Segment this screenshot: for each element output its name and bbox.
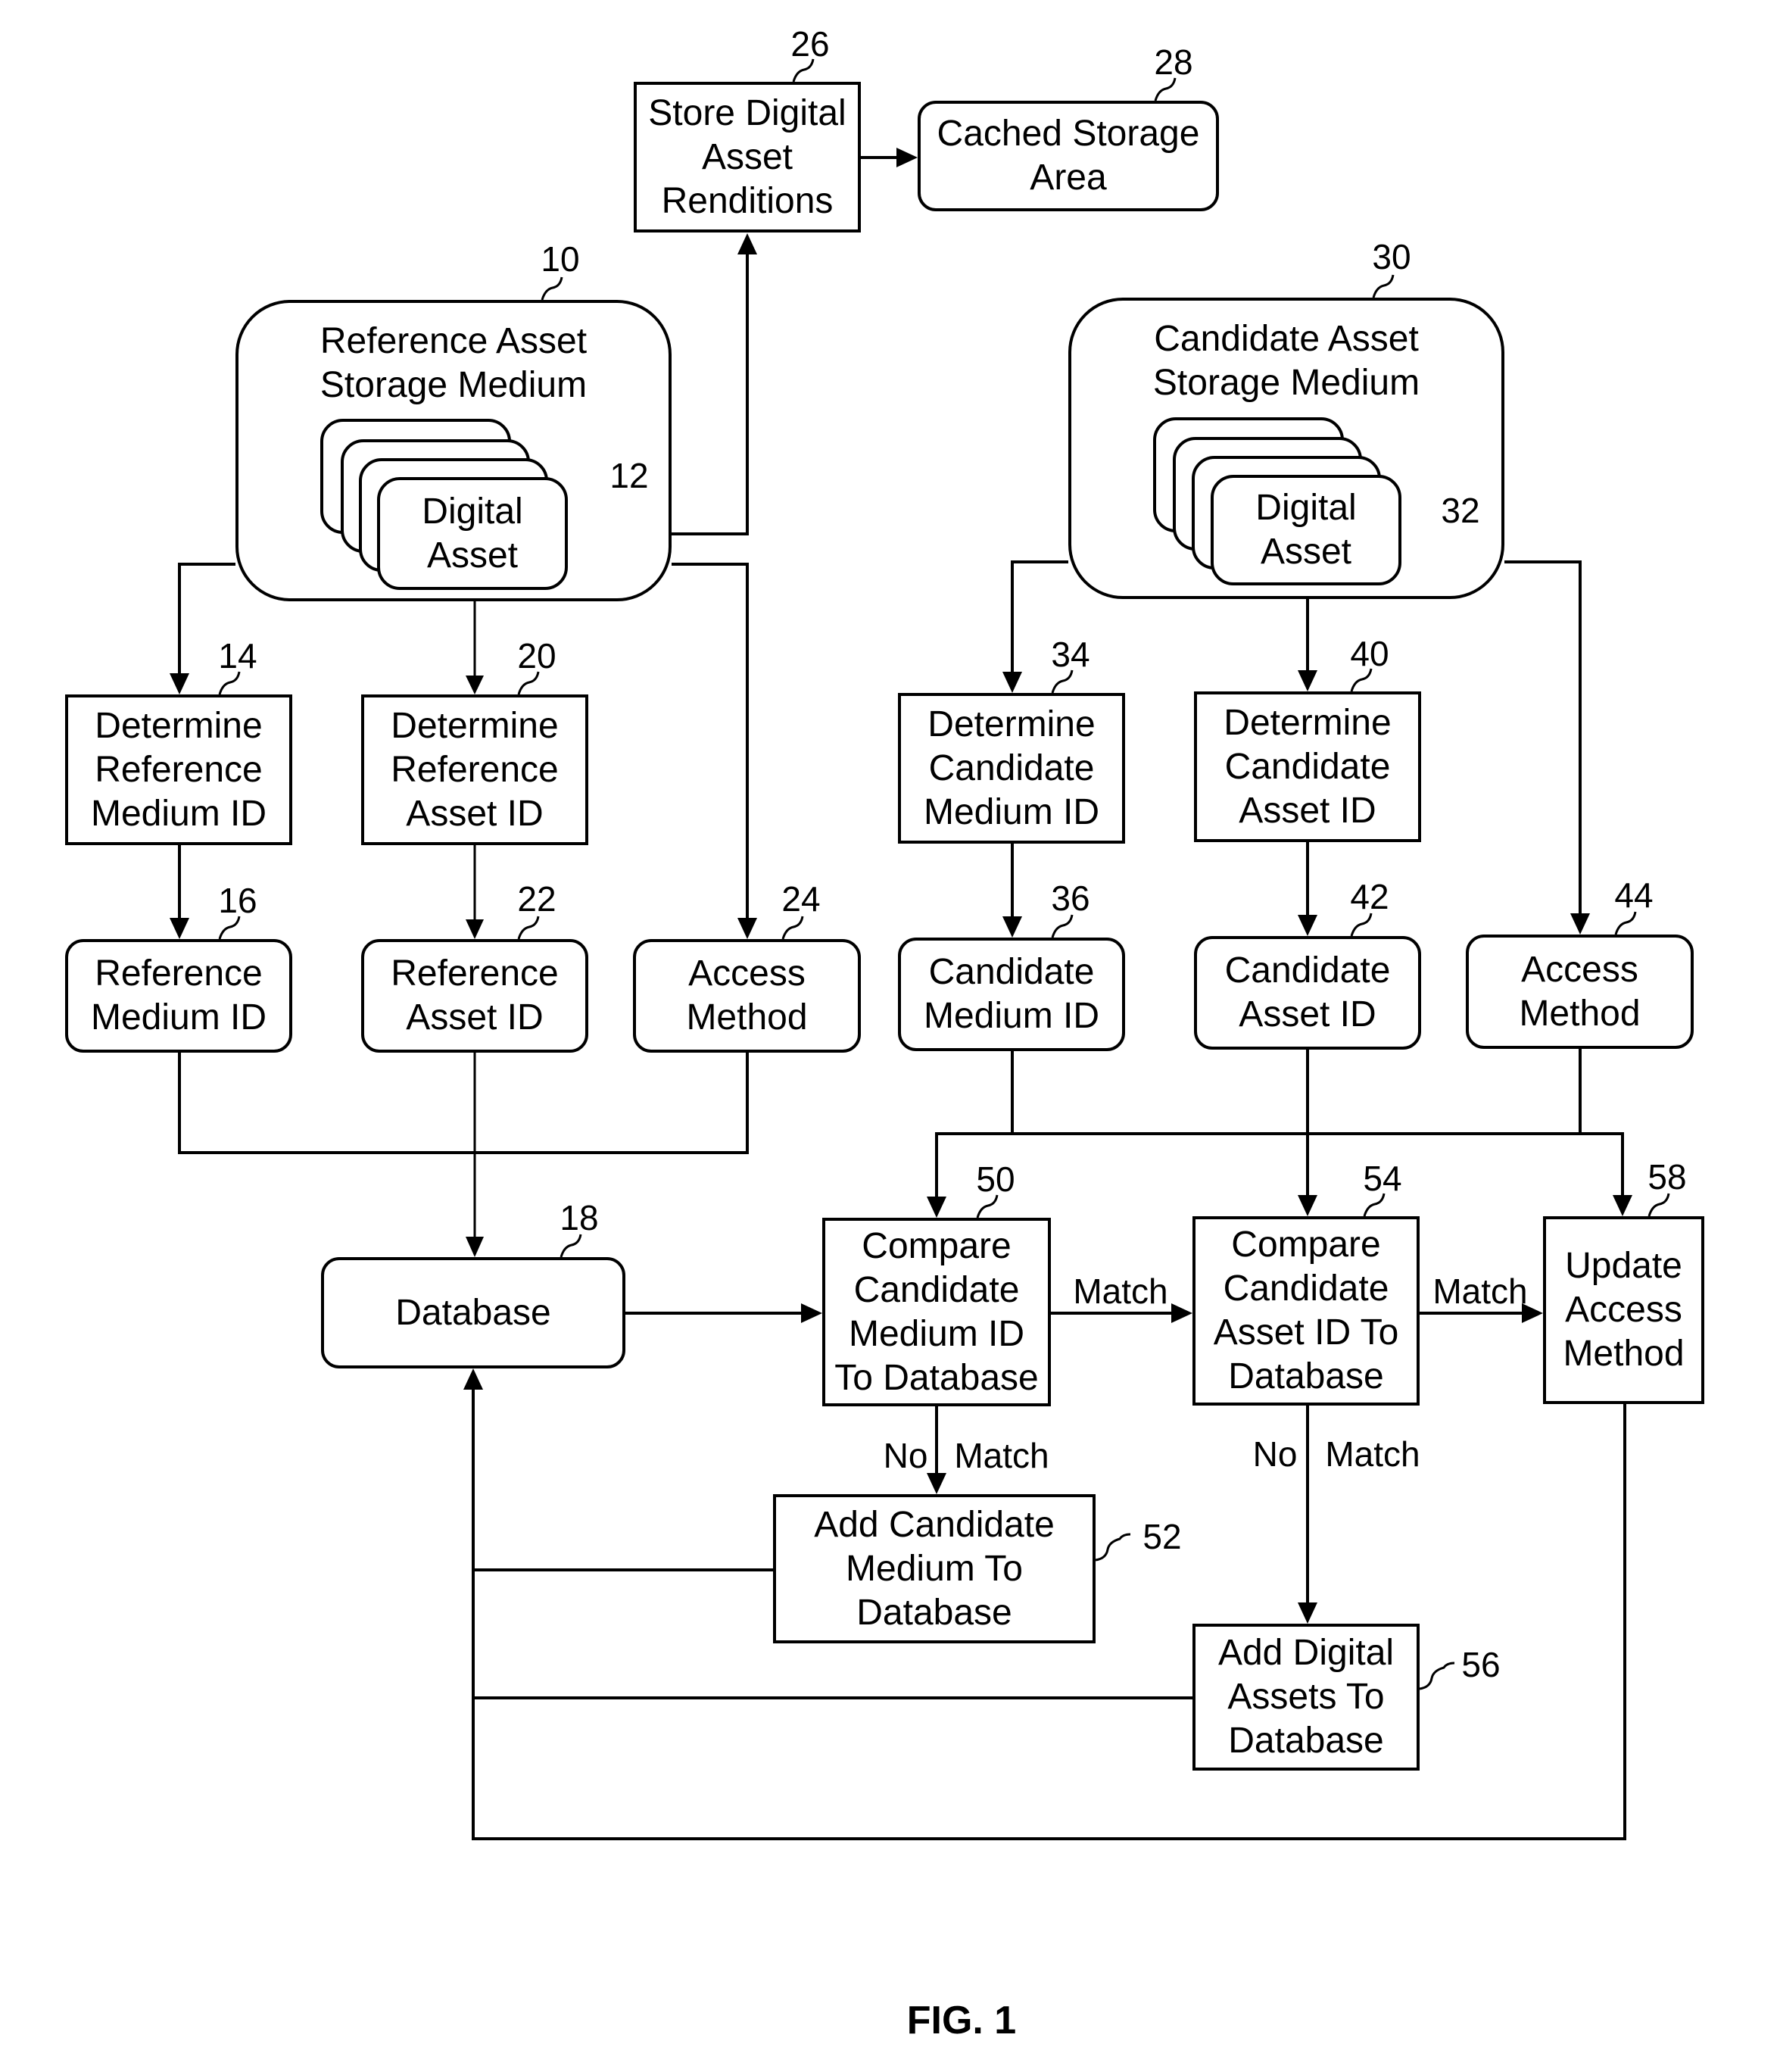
ref-26: 26 <box>790 24 830 64</box>
box-compare-medium-id: Compare Candidate Medium ID To Database <box>822 1218 1051 1406</box>
ref-54: 54 <box>1363 1159 1402 1198</box>
box-update-access-method: Update Access Method <box>1543 1216 1704 1404</box>
box-compare-asset-id: Compare Candidate Asset ID To Database <box>1192 1216 1420 1406</box>
ref-digital-asset: Digital Asset <box>377 477 568 590</box>
arrow-14-16 <box>170 918 189 939</box>
label-match-54-down: Match <box>1325 1434 1420 1474</box>
ref-28: 28 <box>1154 42 1193 82</box>
arrow-bus-50 <box>927 1197 946 1218</box>
figure-label: FIG. 1 <box>906 1999 1017 2042</box>
box-determine-ref-medium-id: Determine Reference Medium ID <box>65 694 292 845</box>
edge-16-24-join <box>178 1053 749 1154</box>
leader-30 <box>1372 274 1395 298</box>
ref-40: 40 <box>1350 634 1389 673</box>
ref-30: 30 <box>1372 237 1411 276</box>
arrow-42-54 <box>1298 1195 1317 1216</box>
box-cand-medium-id: Candidate Medium ID <box>898 938 1125 1051</box>
box-add-digital-assets: Add Digital Assets To Database <box>1192 1624 1420 1771</box>
leader-56 <box>1419 1662 1455 1690</box>
leader-24 <box>781 916 804 940</box>
label-no-54: No <box>1252 1434 1298 1474</box>
ref-44: 44 <box>1614 875 1654 915</box>
ref-50: 50 <box>976 1159 1015 1199</box>
box-determine-cand-asset-id: Determine Candidate Asset ID <box>1194 691 1421 842</box>
box-determine-cand-medium-id: Determine Candidate Medium ID <box>898 693 1125 844</box>
arrow-12-26 <box>737 233 757 254</box>
leader-52 <box>1095 1533 1131 1562</box>
ref-58: 58 <box>1648 1157 1687 1197</box>
edge-10-24 <box>672 563 749 920</box>
label-match-54-58: Match <box>1432 1272 1528 1311</box>
box-determine-ref-asset-id: Determine Reference Asset ID <box>361 694 588 845</box>
leader-18 <box>560 1234 582 1258</box>
box-add-candidate-medium: Add Candidate Medium To Database <box>773 1494 1096 1643</box>
box-store-renditions: Store Digital Asset Renditions <box>634 82 861 232</box>
leader-58 <box>1648 1193 1670 1217</box>
ref-10: 10 <box>541 239 580 279</box>
ref-16: 16 <box>218 881 257 920</box>
ref-12: 12 <box>609 456 649 495</box>
leader-10 <box>541 276 563 301</box>
ref-18: 18 <box>560 1198 599 1237</box>
arrow-34-36 <box>1002 916 1022 938</box>
label-match-50-54: Match <box>1073 1272 1168 1311</box>
arrow-10-24 <box>737 918 757 939</box>
ref-56: 56 <box>1461 1645 1501 1684</box>
arrow-32-40 <box>1298 670 1317 691</box>
edge-30-44 <box>1504 560 1582 916</box>
ref-22: 22 <box>517 879 556 919</box>
arrow-into-18 <box>463 1368 483 1390</box>
arrow-10-14 <box>170 673 189 694</box>
arrow-22-18 <box>466 1237 484 1257</box>
ref-14: 14 <box>218 636 257 676</box>
bus-line <box>935 1132 1624 1199</box>
ref-42: 42 <box>1350 877 1389 916</box>
arrow-20-22 <box>466 919 484 939</box>
ref-36: 36 <box>1051 878 1090 918</box>
arrow-50-52 <box>927 1473 946 1494</box>
arrow-54-56 <box>1298 1602 1317 1624</box>
arrow-50-54 <box>1171 1303 1192 1323</box>
box-ref-access-method: Access Method <box>633 939 861 1053</box>
ref-32: 32 <box>1441 491 1480 530</box>
ref-24: 24 <box>781 879 821 919</box>
box-ref-medium-id: Reference Medium ID <box>65 939 292 1053</box>
arrow-bus-58 <box>1613 1195 1632 1216</box>
box-cand-asset-id: Candidate Asset ID <box>1194 936 1421 1050</box>
box-cached-storage: Cached Storage Area <box>918 101 1219 211</box>
arrow-26-28 <box>896 148 918 167</box>
leader-22 <box>517 916 540 940</box>
leader-44 <box>1614 911 1637 935</box>
arrow-12-20 <box>466 676 484 694</box>
leader-42 <box>1350 913 1373 937</box>
cand-digital-asset: Digital Asset <box>1211 475 1401 585</box>
ref-52: 52 <box>1143 1517 1182 1556</box>
flowchart: Store Digital Asset Renditions Cached St… <box>0 0 1780 2072</box>
arrow-30-44 <box>1570 913 1590 935</box>
arrow-18-50 <box>801 1303 822 1323</box>
ref-20: 20 <box>517 636 556 676</box>
arrow-40-42 <box>1298 915 1317 936</box>
ref-34: 34 <box>1051 635 1090 674</box>
box-ref-asset-id: Reference Asset ID <box>361 939 588 1053</box>
box-cand-access-method: Access Method <box>1466 935 1694 1049</box>
box-database: Database <box>321 1257 625 1368</box>
arrow-30-34 <box>1002 672 1022 693</box>
label-no-50: No <box>883 1436 928 1475</box>
label-match-50-down: Match <box>954 1436 1049 1475</box>
leader-36 <box>1051 914 1074 938</box>
